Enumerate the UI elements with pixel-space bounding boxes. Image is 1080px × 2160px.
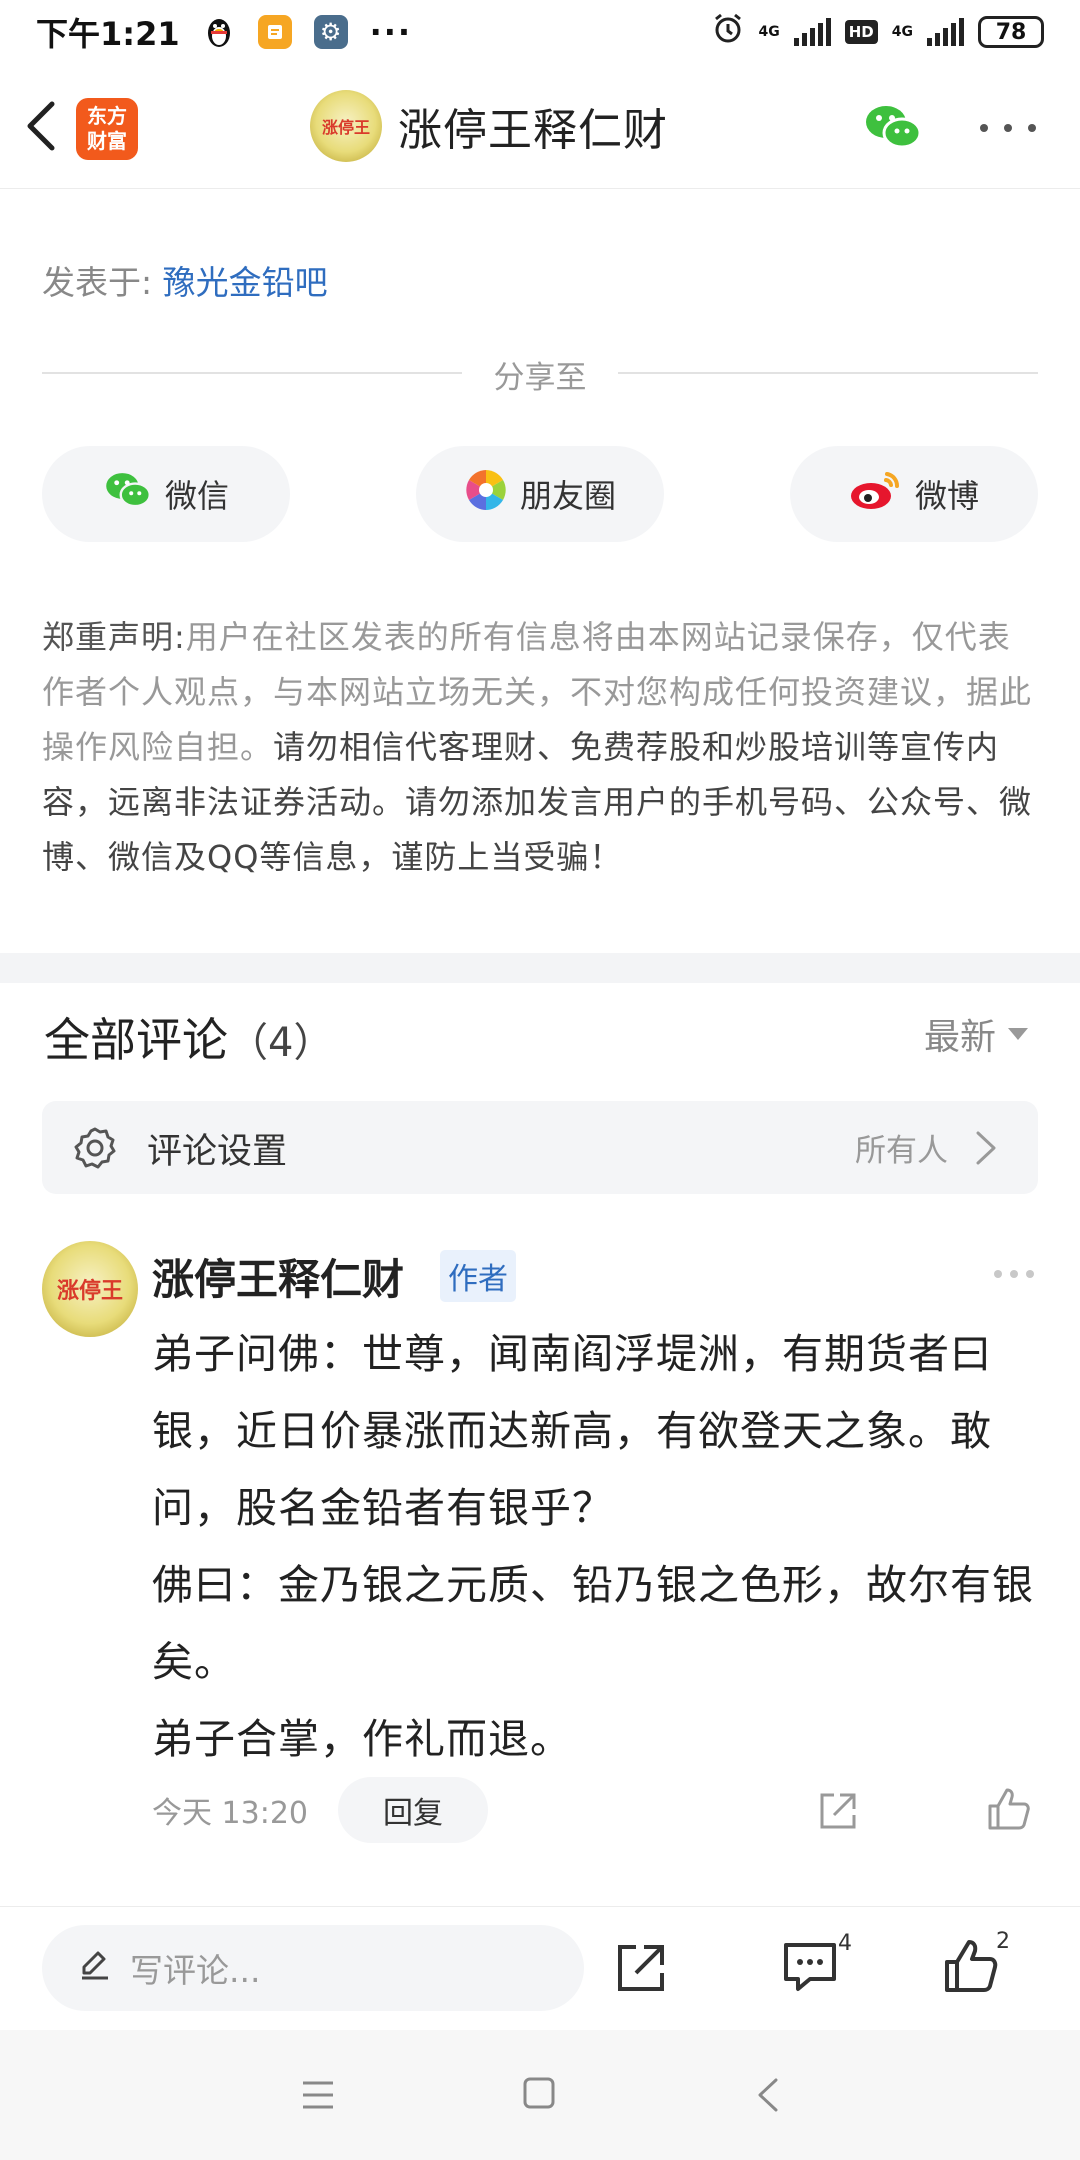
status-time: 下午1:21 bbox=[36, 15, 180, 53]
comment-author-name[interactable]: 涨停王释仁财 bbox=[152, 1246, 404, 1307]
logo-text-line2: 财富 bbox=[87, 129, 127, 153]
avatar-text: 涨停王 bbox=[321, 118, 370, 137]
comment-like-icon[interactable] bbox=[986, 1786, 1032, 1832]
home-icon[interactable] bbox=[522, 2076, 556, 2110]
write-comment-input[interactable]: 写评论... bbox=[42, 1925, 584, 2011]
moments-icon bbox=[464, 468, 508, 520]
like-count-badge: 2 bbox=[996, 1929, 1010, 1954]
share-label: 分享至 bbox=[493, 360, 587, 396]
comment-placeholder: 写评论... bbox=[130, 1951, 261, 1990]
system-navigation-bar bbox=[0, 2030, 1080, 2160]
logo-text-line1: 东方 bbox=[87, 104, 127, 128]
share-wechat-button[interactable]: 微信 bbox=[42, 446, 290, 542]
author-name-title[interactable]: 涨停王释仁财 bbox=[398, 94, 668, 158]
share-icon[interactable] bbox=[614, 1941, 668, 1995]
top-navigation-bar: 东方 财富 涨停王 涨停王释仁财 bbox=[0, 64, 1080, 189]
comments-title: 全部评论 bbox=[44, 1013, 228, 1067]
disclaimer-head: 郑重声明: bbox=[42, 618, 186, 656]
signal-icon-2 bbox=[927, 18, 964, 46]
notes-app-icon bbox=[257, 15, 292, 49]
disclaimer: 郑重声明:用户在社区发表的所有信息将由本网站记录保存，仅代表作者个人观点，与本网… bbox=[42, 610, 1042, 885]
chevron-right-icon bbox=[974, 1129, 998, 1167]
comment-settings-row[interactable]: 评论设置 所有人 bbox=[42, 1101, 1038, 1194]
posted-prefix: 发表于: bbox=[42, 263, 153, 302]
comment-line: 弟子合掌，作礼而退。 bbox=[152, 1715, 572, 1763]
comment-timestamp: 今天 13:20 bbox=[152, 1796, 308, 1831]
posted-in: 发表于: 豫光金铅吧 bbox=[42, 256, 328, 304]
share-weibo-label: 微博 bbox=[914, 477, 979, 515]
forum-link[interactable]: 豫光金铅吧 bbox=[163, 263, 328, 302]
status-bar: 下午1:21 ⚙ ··· 4G HD 4G 78 bbox=[0, 0, 1080, 64]
section-separator bbox=[0, 953, 1080, 983]
network-type-label: 4G bbox=[758, 24, 780, 40]
sort-dropdown[interactable]: 最新 bbox=[924, 1008, 1029, 1060]
weibo-icon bbox=[849, 468, 903, 520]
like-icon[interactable] bbox=[942, 1937, 1000, 1995]
back-button[interactable] bbox=[18, 96, 68, 156]
reply-button[interactable]: 回复 bbox=[338, 1777, 488, 1843]
alarm-icon bbox=[711, 11, 745, 53]
nav-back-icon[interactable] bbox=[756, 2076, 780, 2114]
share-moments-button[interactable]: 朋友圈 bbox=[416, 446, 664, 542]
recent-apps-icon[interactable] bbox=[300, 2078, 336, 2112]
wechat-share-icon[interactable] bbox=[862, 100, 924, 154]
signal-icon bbox=[793, 18, 831, 46]
comment-line: 佛曰：金乃银之元质、铅乃银之色形，故尔有银矣。 bbox=[152, 1561, 1034, 1686]
bottom-action-bar: 写评论... 4 2 bbox=[0, 1906, 1080, 2030]
comment-more-icon[interactable] bbox=[994, 1270, 1034, 1278]
author-badge: 作者 bbox=[440, 1250, 516, 1302]
share-wechat-label: 微信 bbox=[164, 477, 229, 515]
comment-share-icon[interactable] bbox=[816, 1789, 860, 1833]
caret-down-icon bbox=[1008, 1028, 1029, 1040]
pencil-icon bbox=[78, 1947, 112, 1989]
share-weibo-button[interactable]: 微博 bbox=[790, 446, 1038, 542]
more-notifications-icon: ··· bbox=[369, 13, 413, 51]
comments-count: （4） bbox=[228, 1020, 334, 1066]
qq-penguin-icon bbox=[202, 15, 236, 49]
comments-icon[interactable] bbox=[780, 1939, 840, 1995]
gear-icon bbox=[72, 1125, 118, 1171]
settings-app-icon: ⚙ bbox=[313, 15, 348, 49]
wechat-icon bbox=[103, 468, 153, 520]
share-moments-label: 朋友圈 bbox=[519, 477, 616, 515]
comments-heading: 全部评论（4） bbox=[44, 1004, 333, 1070]
eastmoney-logo[interactable]: 东方 财富 bbox=[76, 98, 138, 160]
comment-body: 弟子问佛：世尊，闻南阎浮堤洲，有期货者曰银，近日价暴涨而达新高，有欲登天之象。敢… bbox=[152, 1316, 1042, 1778]
network-type-label-2: 4G bbox=[891, 24, 913, 40]
comment-avatar-text: 涨停王 bbox=[56, 1279, 123, 1304]
comment-settings-value: 所有人 bbox=[855, 1133, 948, 1169]
more-options-icon[interactable] bbox=[980, 124, 1036, 136]
battery-indicator: 78 bbox=[978, 16, 1044, 48]
comment-settings-label: 评论设置 bbox=[147, 1132, 288, 1172]
author-avatar[interactable]: 涨停王 bbox=[310, 90, 382, 162]
share-divider: 分享至 bbox=[42, 352, 1038, 396]
comment-count-badge: 4 bbox=[838, 1931, 852, 1956]
comment-avatar[interactable]: 涨停王 bbox=[42, 1241, 138, 1337]
hd-voice-badge: HD bbox=[844, 20, 878, 44]
sort-label: 最新 bbox=[924, 1017, 997, 1058]
comment-line: 弟子问佛：世尊，闻南阎浮堤洲，有期货者曰银，近日价暴涨而达新高，有欲登天之象。敢… bbox=[152, 1330, 992, 1532]
